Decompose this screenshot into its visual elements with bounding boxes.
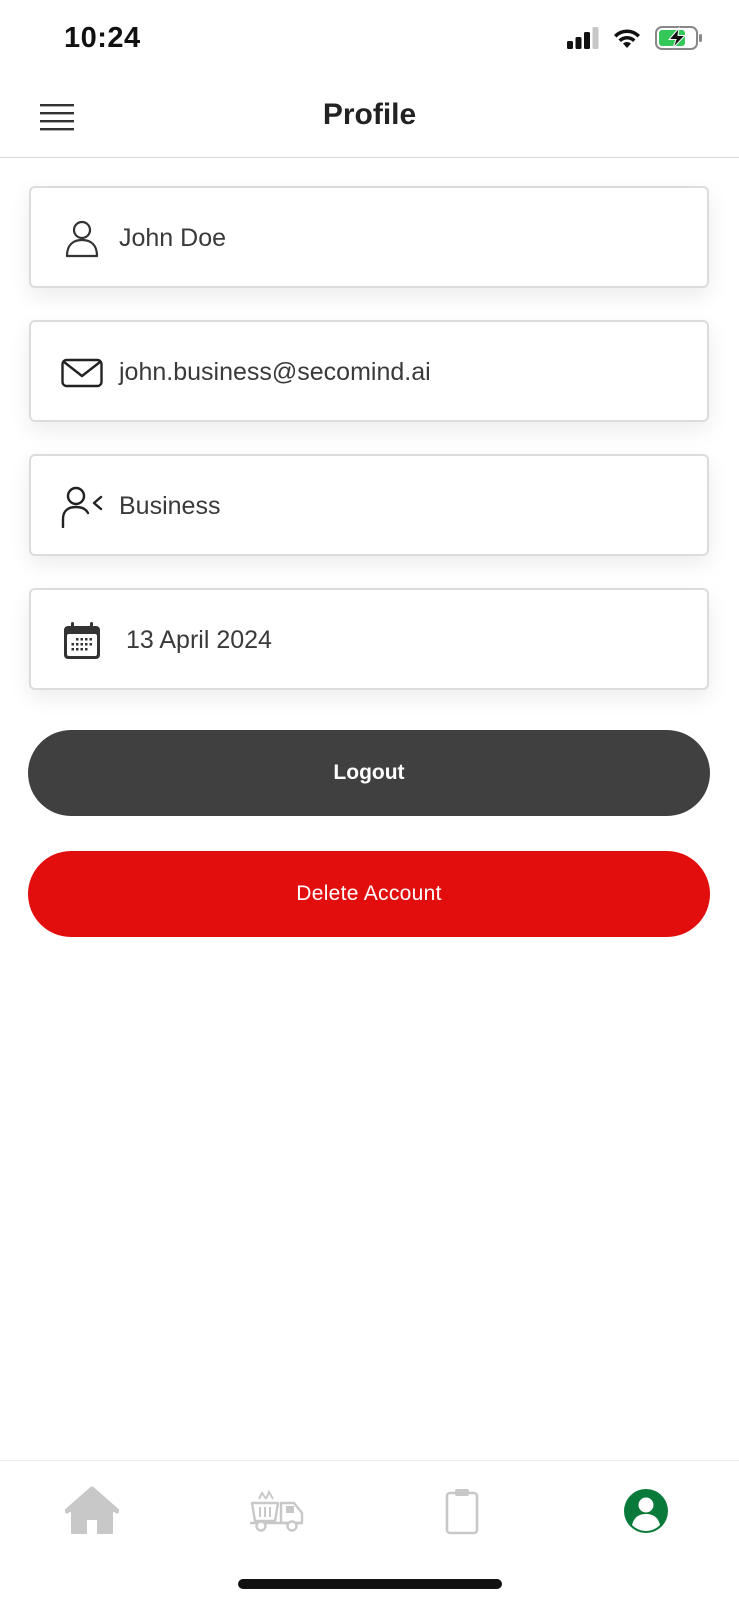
tab-profile[interactable] xyxy=(616,1481,676,1541)
cellular-signal-icon xyxy=(567,27,599,49)
user-icon xyxy=(65,220,99,258)
calendar-icon xyxy=(64,622,100,659)
clipboard-icon xyxy=(445,1489,479,1535)
home-icon xyxy=(65,1486,119,1534)
email-field[interactable]: john.business@secomind.ai xyxy=(29,320,709,422)
bottom-tab-bar xyxy=(0,1460,739,1601)
status-icons xyxy=(567,26,703,50)
status-bar: 10:24 xyxy=(0,0,739,80)
logout-button[interactable]: Logout xyxy=(28,730,710,816)
profile-icon xyxy=(624,1489,668,1533)
home-indicator xyxy=(238,1579,502,1589)
date-field[interactable]: 13 April 2024 xyxy=(29,588,709,690)
wifi-icon xyxy=(614,29,640,48)
nav-header: Profile xyxy=(0,80,739,158)
name-field[interactable]: John Doe xyxy=(29,186,709,288)
account-type-value: Business xyxy=(119,492,221,520)
delete-account-button[interactable]: Delete Account xyxy=(28,851,710,937)
account-type-field[interactable]: Business xyxy=(29,454,709,556)
mail-icon xyxy=(61,358,103,388)
user-switch-icon xyxy=(61,486,103,528)
name-value: John Doe xyxy=(119,224,227,252)
tab-orders[interactable] xyxy=(432,1481,492,1541)
date-value: 13 April 2024 xyxy=(126,626,272,654)
status-time: 10:24 xyxy=(64,22,141,54)
tab-home[interactable] xyxy=(62,1481,122,1541)
battery-charging-icon xyxy=(655,26,702,50)
page-title: Profile xyxy=(322,98,417,131)
tab-skip-truck[interactable] xyxy=(247,1481,307,1541)
skip-truck-icon xyxy=(250,1489,304,1532)
email-value: john.business@secomind.ai xyxy=(119,358,431,386)
